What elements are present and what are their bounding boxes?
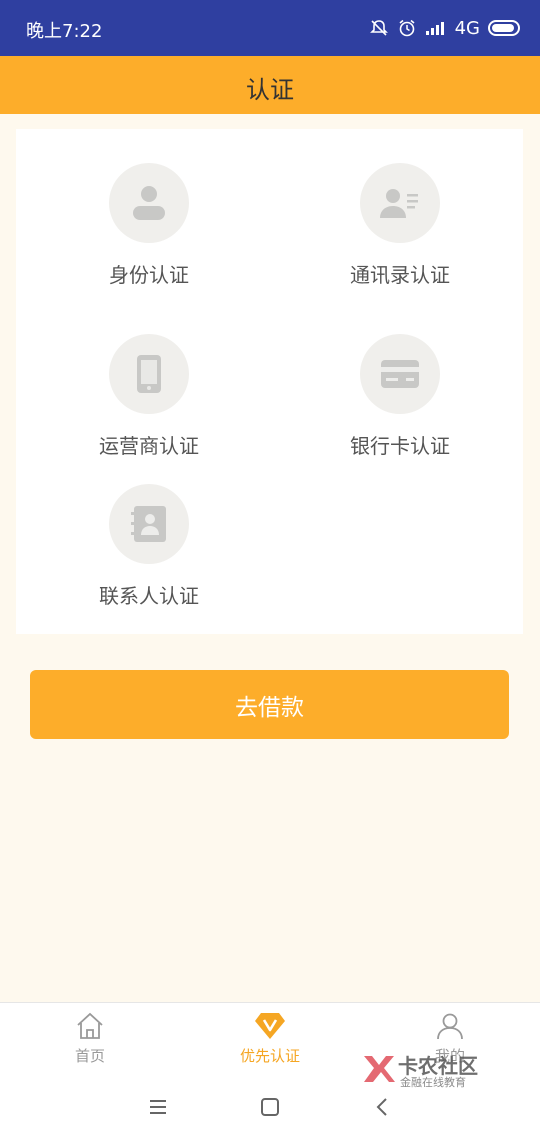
user-icon: [437, 1013, 463, 1040]
auth-icon-circle: [109, 334, 189, 414]
nav-item-home[interactable]: 首页: [20, 1011, 160, 1075]
borrow-button[interactable]: 去借款: [30, 670, 509, 739]
home-icon: [77, 1012, 103, 1039]
auth-icon-circle: [109, 484, 189, 564]
auth-card: 身份认证 通讯录认证 运营商认证 银行卡认证 联系人认证: [16, 129, 523, 634]
auth-item-identity[interactable]: 身份认证: [49, 163, 249, 303]
back-icon[interactable]: [371, 1095, 395, 1119]
person-icon: [133, 186, 165, 220]
status-time: 晚上7:22: [26, 21, 103, 42]
alarm-clock-icon: [399, 19, 415, 37]
bank-card-icon: [381, 360, 419, 388]
status-bar: 晚上7:22 4G: [0, 0, 540, 56]
auth-label: 通讯录认证: [350, 263, 450, 287]
phone-icon: [137, 355, 161, 393]
contact-card-icon: [380, 189, 418, 218]
auth-label: 身份认证: [109, 263, 189, 287]
auth-item-carrier[interactable]: 运营商认证: [49, 334, 249, 474]
auth-item-contacts[interactable]: 通讯录认证: [300, 163, 500, 303]
auth-label: 运营商认证: [99, 434, 199, 458]
home-square-icon[interactable]: [258, 1095, 282, 1119]
auth-label: 联系人认证: [99, 584, 199, 608]
nav-label: 优先认证: [239, 1047, 300, 1065]
signal-icon: [425, 22, 444, 35]
nav-label: 首页: [74, 1047, 105, 1065]
bell-muted-icon: [369, 20, 388, 36]
watermark: 卡农社区 金融在线教育: [360, 1050, 490, 1092]
auth-label: 银行卡认证: [350, 434, 450, 458]
page-title: 认证: [246, 76, 294, 104]
auth-icon-circle: [360, 163, 440, 243]
menu-icon[interactable]: [146, 1095, 170, 1119]
battery-icon: [488, 20, 520, 36]
page-header: 认证: [0, 56, 540, 114]
watermark-logo-icon: [364, 1056, 395, 1082]
auth-icon-circle: [360, 334, 440, 414]
address-book-icon: [131, 506, 166, 542]
system-nav-bar: [0, 1090, 540, 1124]
watermark-subtitle: 金融在线教育: [400, 1076, 466, 1089]
auth-icon-circle: [109, 163, 189, 243]
status-icons: 4G: [369, 14, 522, 42]
network-type: 4G: [454, 17, 480, 39]
diamond-v-icon: [255, 1013, 285, 1039]
nav-item-priority-auth[interactable]: 优先认证: [200, 1011, 340, 1075]
auth-item-bankcard[interactable]: 银行卡认证: [300, 334, 500, 474]
auth-item-emergency-contact[interactable]: 联系人认证: [49, 484, 249, 624]
